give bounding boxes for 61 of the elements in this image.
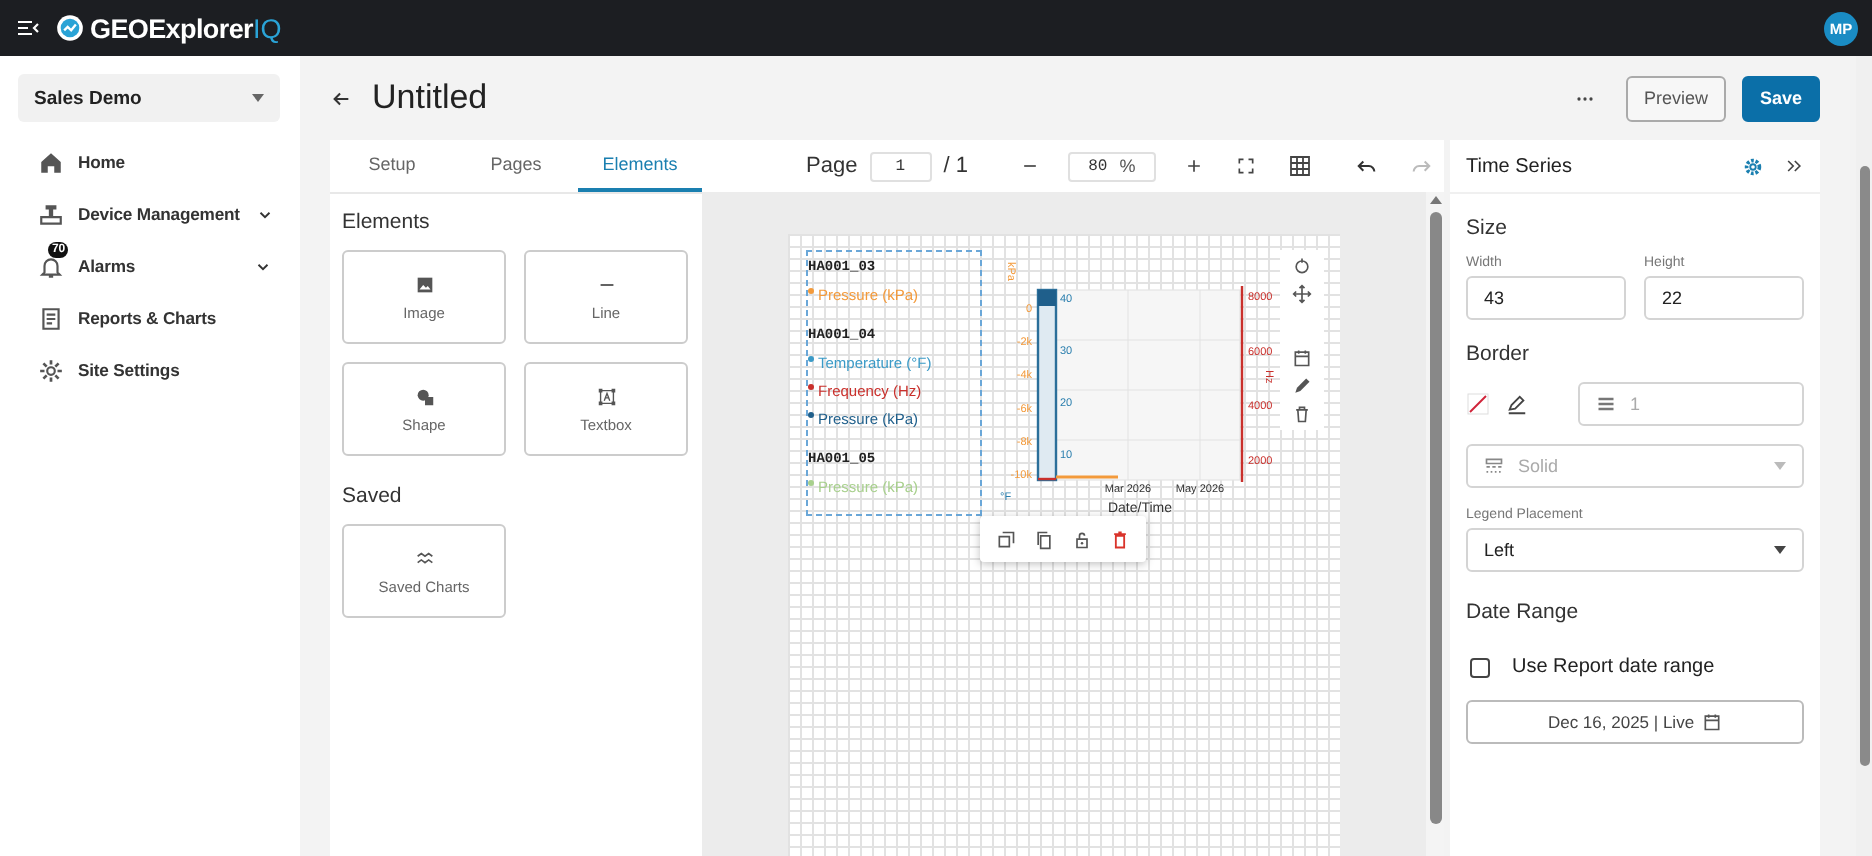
section-heading: Border [1466, 342, 1532, 366]
section-heading: Size [1466, 216, 1509, 240]
brand-suffix: IQ [252, 13, 282, 43]
workspace-dropdown[interactable]: Sales Demo [18, 74, 280, 122]
page-total: / 1 [943, 154, 968, 178]
calendar-icon [1702, 712, 1723, 732]
settings-icon[interactable] [1742, 155, 1764, 177]
input-field[interactable]: 43 [1466, 276, 1626, 320]
builder-tab[interactable]: Setup [330, 140, 454, 192]
panel-title: Time Series [1466, 155, 1572, 177]
image-icon [413, 273, 435, 295]
bell-icon [38, 253, 64, 279]
page-field[interactable]: 1 [869, 151, 932, 181]
menu-icon[interactable] [16, 16, 40, 40]
checkbox-label: Use Report date range [1512, 656, 1715, 678]
save-button[interactable]: Save [1741, 75, 1820, 121]
fullscreen-icon[interactable] [1235, 156, 1256, 176]
shapes-icon [413, 385, 435, 407]
textbox-icon [595, 385, 617, 407]
checkbox[interactable] [1470, 657, 1490, 677]
calendar-icon[interactable] [1292, 348, 1312, 368]
line-weight-icon [1596, 394, 1616, 414]
section-heading: Elements [342, 210, 432, 234]
trash-icon[interactable] [1292, 404, 1312, 424]
preview-button[interactable]: Preview [1625, 75, 1726, 121]
pencil-icon[interactable] [1506, 393, 1528, 415]
collapse-icon[interactable] [1784, 156, 1804, 176]
nav-item[interactable]: Reports & Charts [18, 292, 280, 344]
nav-item[interactable]: Device Management [18, 188, 280, 240]
input-field[interactable]: 22 [1644, 276, 1804, 320]
date-range-button[interactable]: Dec 16, 2025 | Live [1466, 700, 1804, 744]
no-color-icon[interactable] [1466, 392, 1490, 416]
section-heading: Date Range [1466, 600, 1581, 624]
border-style-icon [1484, 456, 1504, 476]
lock-icon[interactable] [1072, 529, 1092, 549]
brand-name: GEOExplorer [90, 13, 253, 43]
builder-tab[interactable]: Pages [454, 140, 578, 192]
delete-icon[interactable] [1110, 529, 1130, 549]
nav-item[interactable]: Site Settings [18, 344, 280, 396]
move-icon[interactable] [1292, 284, 1312, 304]
report-title: Untitled [372, 78, 488, 118]
nav-item[interactable]: Home [18, 136, 280, 188]
back-arrow-icon[interactable] [330, 87, 352, 109]
layers-icon[interactable] [996, 529, 1016, 549]
dropdown[interactable]: Left [1466, 528, 1804, 572]
section-heading: Saved [342, 484, 404, 508]
clipboard-icon [38, 305, 64, 331]
reset-icon[interactable] [1292, 256, 1312, 276]
scrollbar[interactable] [1856, 56, 1872, 856]
pencil-icon[interactable] [1292, 376, 1312, 396]
zoom-in-icon[interactable] [1183, 156, 1204, 176]
zoom-field[interactable]: 80 % [1067, 151, 1156, 181]
page-label: Page [806, 154, 858, 178]
wave-icon [413, 547, 435, 569]
copy-icon[interactable] [1034, 529, 1054, 549]
router-icon [38, 201, 64, 227]
undo-icon[interactable] [1356, 155, 1378, 177]
logo-icon [56, 14, 84, 42]
settings-icon [38, 357, 64, 383]
grid-icon[interactable] [1287, 154, 1312, 178]
home-icon [38, 149, 64, 175]
